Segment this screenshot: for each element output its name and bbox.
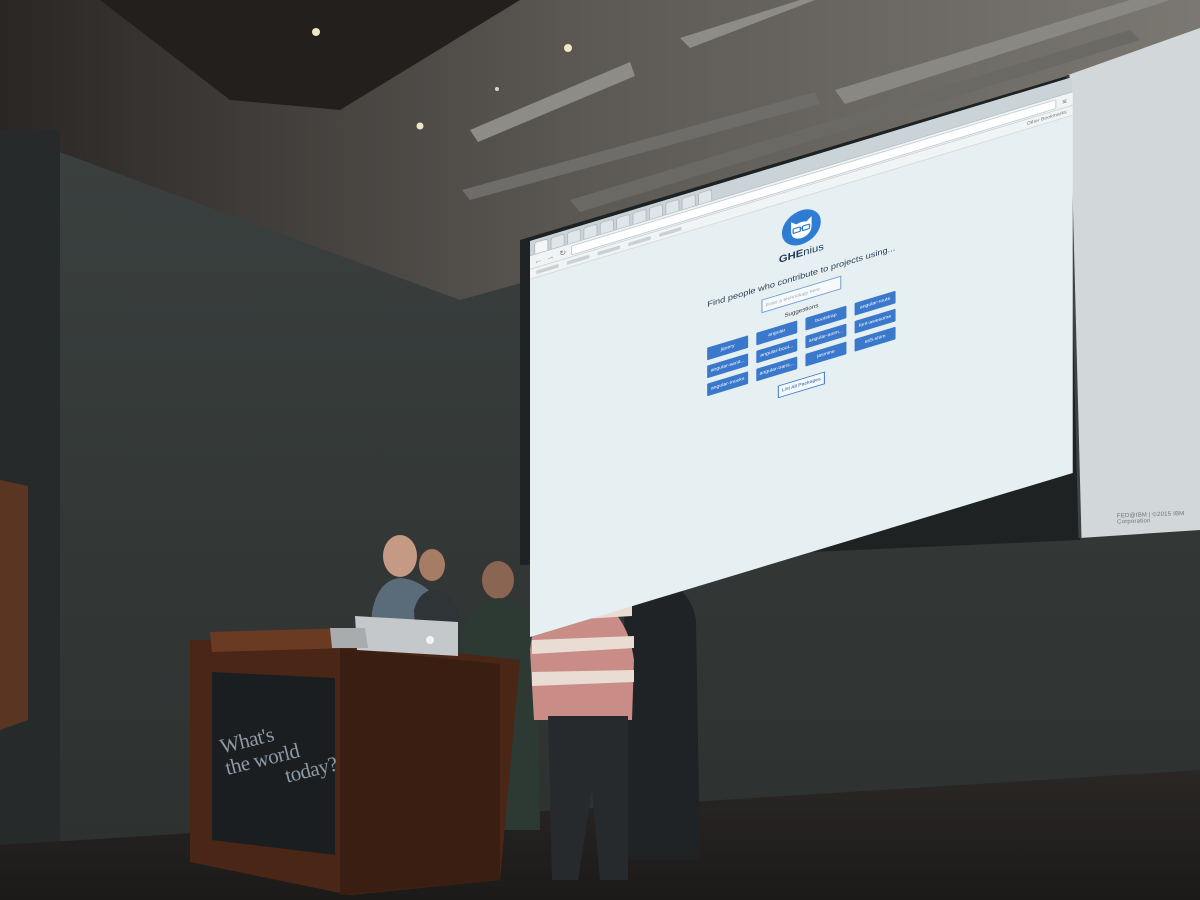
app-title-light: nius	[803, 241, 824, 259]
reload-icon[interactable]: ↻	[559, 247, 567, 258]
menu-icon[interactable]: ≡	[1060, 96, 1068, 107]
screen-right-panel	[1068, 28, 1200, 538]
list-all-packages-button[interactable]: List All Packages	[777, 371, 825, 399]
downlight	[564, 44, 572, 52]
downlight	[495, 87, 499, 91]
back-arrow-icon[interactable]: ←	[534, 255, 542, 266]
laptop	[330, 628, 368, 648]
wall-door-edge	[0, 480, 28, 730]
app-title-bold: GHE	[778, 247, 804, 266]
downlight	[416, 122, 424, 130]
downlight	[312, 28, 320, 36]
laptop	[355, 616, 458, 656]
apple-logo-icon	[426, 636, 434, 644]
forward-arrow-icon[interactable]: →	[546, 251, 554, 262]
